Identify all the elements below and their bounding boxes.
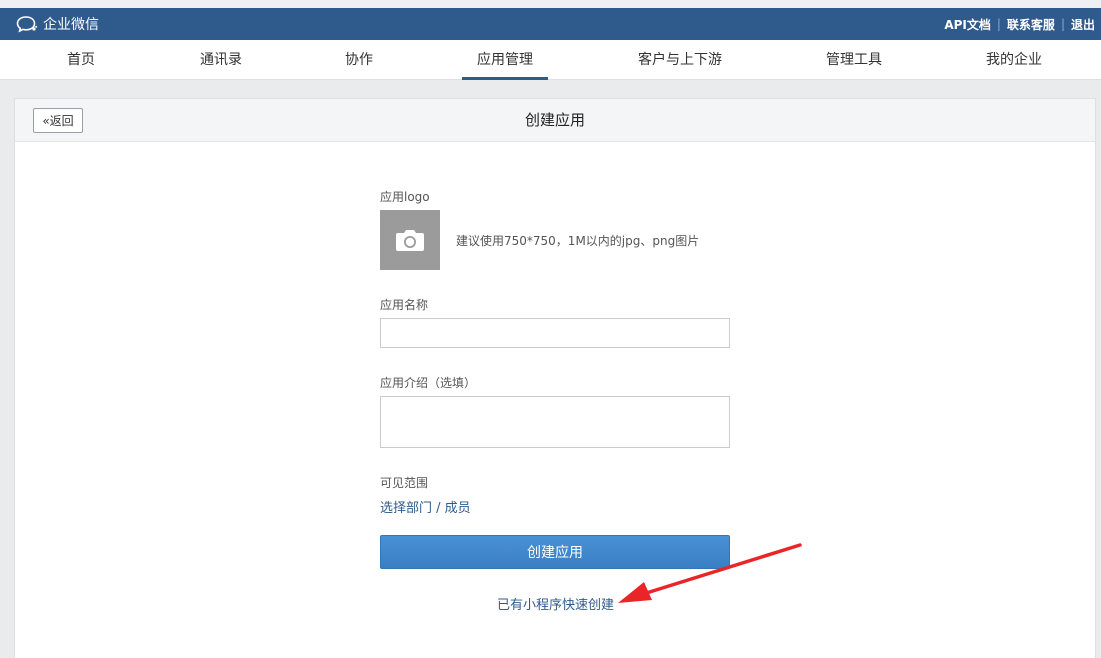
brand-name: 企业微信 xyxy=(43,17,99,33)
nav-my-enterprise[interactable]: 我的企业 xyxy=(975,40,1053,80)
logo-label: 应用logo xyxy=(380,190,430,204)
app-intro-textarea[interactable] xyxy=(380,396,730,448)
camera-icon xyxy=(396,230,424,251)
card-header: 创建应用 «返回 xyxy=(15,99,1095,142)
logo-hint: 建议使用750*750，1M以内的jpg、png图片 xyxy=(456,234,700,248)
nav-admin-tools[interactable]: 管理工具 xyxy=(815,40,893,80)
select-members-link[interactable]: 选择部门 / 成员 xyxy=(380,497,471,516)
app-intro-label: 应用介绍（选填） xyxy=(380,376,477,390)
separator: | xyxy=(1060,17,1065,31)
visibility-label: 可见范围 xyxy=(380,476,429,490)
chat-bubble-icon xyxy=(16,16,38,33)
app-name-input[interactable] xyxy=(380,318,730,348)
create-app-button[interactable]: 创建应用 xyxy=(380,535,730,569)
nav-customers-upstream-downstream[interactable]: 客户与上下游 xyxy=(625,40,735,80)
api-docs-link[interactable]: API文档 xyxy=(944,16,991,33)
create-app-card: 创建应用 «返回 xyxy=(14,98,1096,658)
top-strip xyxy=(0,0,1101,8)
quick-create-miniprogram-link[interactable]: 已有小程序快速创建 xyxy=(497,594,614,613)
top-links: API文档 | 联系客服 | 退出 xyxy=(944,8,1095,40)
separator: | xyxy=(996,17,1001,31)
app-name-label: 应用名称 xyxy=(380,298,429,312)
main-nav: 首页 通讯录 协作 应用管理 客户与上下游 管理工具 我的企业 xyxy=(0,40,1101,80)
page-title: 创建应用 xyxy=(524,111,585,129)
contact-support-link[interactable]: 联系客服 xyxy=(1007,16,1055,33)
logout-link[interactable]: 退出 xyxy=(1071,16,1095,33)
brand-bar: 企业微信 API文档 | 联系客服 | 退出 xyxy=(0,8,1101,40)
brand-logo[interactable]: 企业微信 xyxy=(16,8,99,40)
nav-home[interactable]: 首页 xyxy=(52,40,110,80)
nav-contacts[interactable]: 通讯录 xyxy=(190,40,252,80)
back-button[interactable]: «返回 xyxy=(33,108,83,133)
logo-upload[interactable] xyxy=(380,210,440,270)
nav-collaboration[interactable]: 协作 xyxy=(335,40,383,80)
nav-app-management[interactable]: 应用管理 xyxy=(462,40,548,80)
